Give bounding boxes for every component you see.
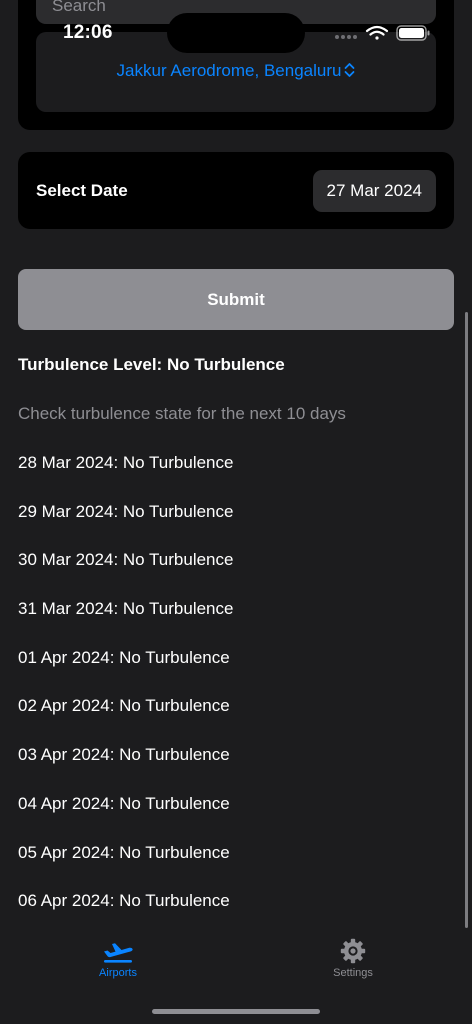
status-bar-icons [334, 24, 434, 42]
gear-icon [293, 938, 413, 964]
search-placeholder: Search [52, 0, 106, 15]
forecast-item: 04 Apr 2024: No Turbulence [18, 793, 230, 813]
airport-picker-value: Jakkur Aerodrome, Bengaluru [116, 61, 342, 80]
battery-icon [396, 25, 430, 41]
tab-settings[interactable]: Settings [293, 938, 413, 979]
dynamic-island [167, 13, 305, 53]
status-bar-time: 12:06 [63, 22, 113, 43]
turbulence-level-heading: Turbulence Level: No Turbulence [18, 355, 285, 374]
airplane-departure-icon [58, 938, 178, 964]
airport-picker[interactable]: Jakkur Aerodrome, Bengaluru [36, 61, 436, 83]
tab-airports[interactable]: Airports [58, 938, 178, 979]
scroll-indicator[interactable] [465, 312, 468, 928]
chevron-up-down-icon [344, 62, 355, 83]
forecast-item: 01 Apr 2024: No Turbulence [18, 647, 230, 667]
submit-button[interactable]: Submit [18, 269, 454, 330]
forecast-item: 31 Mar 2024: No Turbulence [18, 599, 234, 619]
home-indicator [152, 1009, 320, 1014]
forecast-subtitle: Check turbulence state for the next 10 d… [18, 404, 346, 423]
forecast-item: 03 Apr 2024: No Turbulence [18, 745, 230, 765]
tab-airports-label: Airports [99, 967, 137, 979]
forecast-item: 28 Mar 2024: No Turbulence [18, 453, 234, 472]
date-picker-button[interactable]: 27 Mar 2024 [312, 170, 436, 212]
select-date-label: Select Date [36, 181, 128, 200]
forecast-item: 05 Apr 2024: No Turbulence [18, 842, 230, 862]
cellular-signal-icon [335, 35, 357, 39]
date-selection-card: Select Date 27 Mar 2024 [18, 152, 454, 229]
forecast-item: 29 Mar 2024: No Turbulence [18, 501, 234, 521]
forecast-list: 28 Mar 2024: No Turbulence 29 Mar 2024: … [18, 453, 233, 940]
forecast-item: 30 Mar 2024: No Turbulence [18, 550, 234, 570]
wifi-icon [365, 25, 389, 40]
forecast-item: 02 Apr 2024: No Turbulence [18, 696, 230, 716]
tab-settings-label: Settings [333, 967, 373, 979]
